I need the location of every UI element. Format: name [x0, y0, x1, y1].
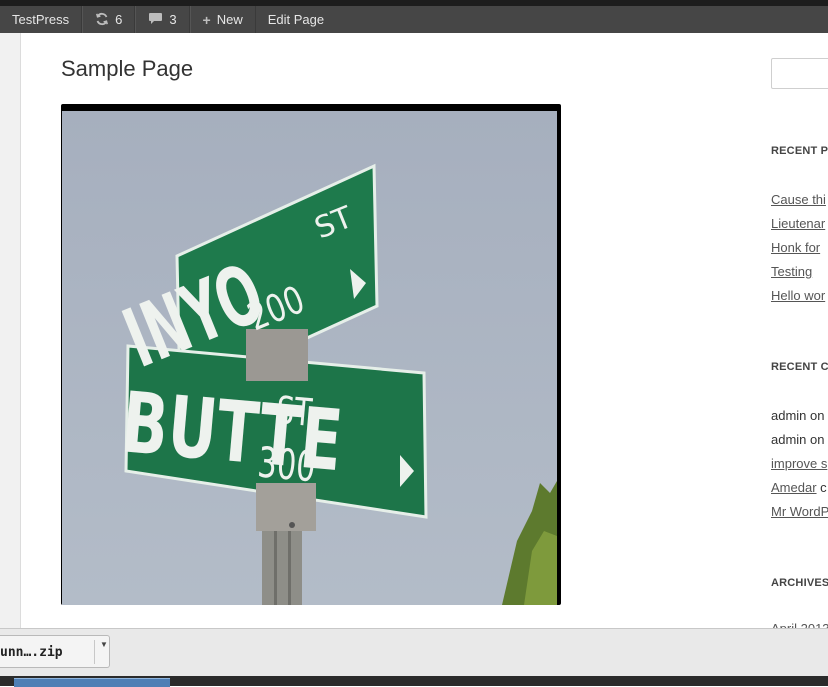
- download-shelf: unn….zip ▼: [0, 628, 828, 677]
- comment-rest: c: [816, 480, 827, 495]
- sign-bottom-num: 300: [256, 438, 318, 492]
- site-name-link[interactable]: TestPress: [0, 6, 83, 33]
- archives-title: ARCHIVES: [771, 577, 828, 589]
- comment-author[interactable]: admin: [771, 408, 806, 423]
- recent-comment-item: improve s: [771, 456, 827, 471]
- edit-page-label: Edit Page: [267, 12, 325, 27]
- left-gutter: [0, 33, 21, 629]
- street-sign-photo: INYO ST 200 BUTTE ST 300: [62, 111, 557, 605]
- comment-bubble-icon: [148, 12, 163, 27]
- taskbar: [0, 676, 828, 687]
- new-content-link[interactable]: + New: [189, 6, 256, 33]
- admin-bar: TestPress 6 3 + New Edit Page: [0, 6, 828, 33]
- recent-comment-item: admin on: [771, 408, 825, 423]
- edit-page-link[interactable]: Edit Page: [256, 6, 336, 33]
- recent-comment-item: Mr WordP: [771, 504, 828, 519]
- recent-posts-title: RECENT PO: [771, 145, 828, 157]
- page-title: Sample Page: [61, 56, 194, 81]
- comment-author-link[interactable]: improve s: [771, 456, 827, 471]
- sign-bottom-st: ST: [274, 388, 314, 435]
- comment-rest: on: [806, 408, 825, 423]
- comment-rest: on: [806, 432, 825, 447]
- refresh-icon: [95, 12, 109, 28]
- download-file-name: unn….zip: [0, 645, 63, 660]
- sidebar-search-input[interactable]: [771, 58, 828, 89]
- plus-icon: +: [202, 11, 211, 28]
- recent-post-link[interactable]: Testing: [771, 264, 812, 279]
- recent-comment-item: admin on: [771, 432, 825, 447]
- new-label: New: [216, 12, 243, 27]
- comment-author-link[interactable]: Amedar: [771, 480, 817, 495]
- recent-post-link[interactable]: Hello wor: [771, 288, 825, 303]
- recent-post-link[interactable]: Honk for: [771, 240, 820, 255]
- recent-post-link[interactable]: Cause thi: [771, 192, 826, 207]
- download-menu-caret-icon[interactable]: ▼: [100, 640, 108, 649]
- comment-author-link[interactable]: Mr WordP: [771, 504, 828, 519]
- site-name-label: TestPress: [12, 12, 70, 27]
- featured-image-frame: INYO ST 200 BUTTE ST 300: [61, 104, 561, 605]
- comment-author[interactable]: admin: [771, 432, 806, 447]
- recent-post-link[interactable]: Lieutenar: [771, 216, 825, 231]
- recent-comment-item: Amedar c: [771, 480, 827, 495]
- updates-count: 6: [115, 12, 123, 27]
- updates-link[interactable]: 6: [82, 6, 136, 33]
- comments-count: 3: [169, 12, 177, 27]
- recent-comments-title: RECENT CO: [771, 361, 828, 373]
- comments-link[interactable]: 3: [135, 6, 190, 33]
- download-separator: [94, 640, 95, 664]
- download-item[interactable]: unn….zip ▼: [0, 635, 110, 668]
